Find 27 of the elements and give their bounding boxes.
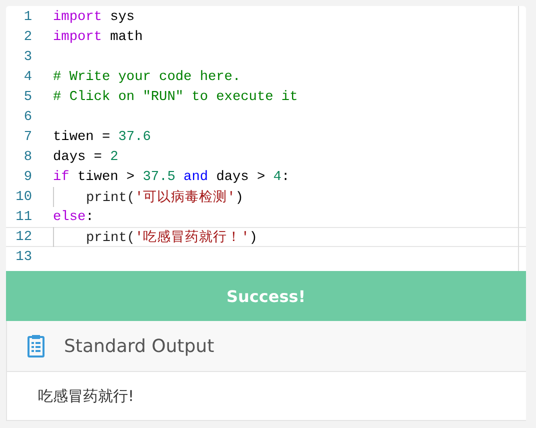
output-text: 吃感冒药就行! <box>38 386 134 406</box>
line-number: 7 <box>22 130 32 144</box>
line-number: 12 <box>14 230 32 244</box>
line-number: 13 <box>14 250 32 264</box>
line-number: 8 <box>22 150 32 164</box>
line-number: 11 <box>14 210 32 224</box>
line-number: 3 <box>22 50 32 64</box>
code-line: # Click on "RUN" to execute it <box>53 90 298 104</box>
line-number: 6 <box>22 110 32 124</box>
line-number: 4 <box>22 70 32 84</box>
line-number: 2 <box>22 30 32 44</box>
panel-title: Standard Output <box>64 336 214 356</box>
line-number: 10 <box>14 190 32 204</box>
status-bar: Success! <box>6 271 526 321</box>
code-line: if tiwen > 37.5 and days > 4: <box>53 170 290 184</box>
code-line: import sys <box>53 10 135 24</box>
line-number: 9 <box>22 170 32 184</box>
clipboard-checklist-icon <box>27 334 45 358</box>
code-line: days = 2 <box>53 150 118 164</box>
code-line: tiwen = 37.6 <box>53 130 151 144</box>
code-line: print('可以病毒检测') <box>86 188 244 206</box>
line-number: 5 <box>22 90 32 104</box>
code-line: import math <box>53 30 143 44</box>
code-line: # Write your code here. <box>53 70 241 84</box>
code-line: print('吃感冒药就行！') <box>86 228 258 246</box>
line-number: 1 <box>22 10 32 24</box>
code-line: else: <box>53 210 94 224</box>
